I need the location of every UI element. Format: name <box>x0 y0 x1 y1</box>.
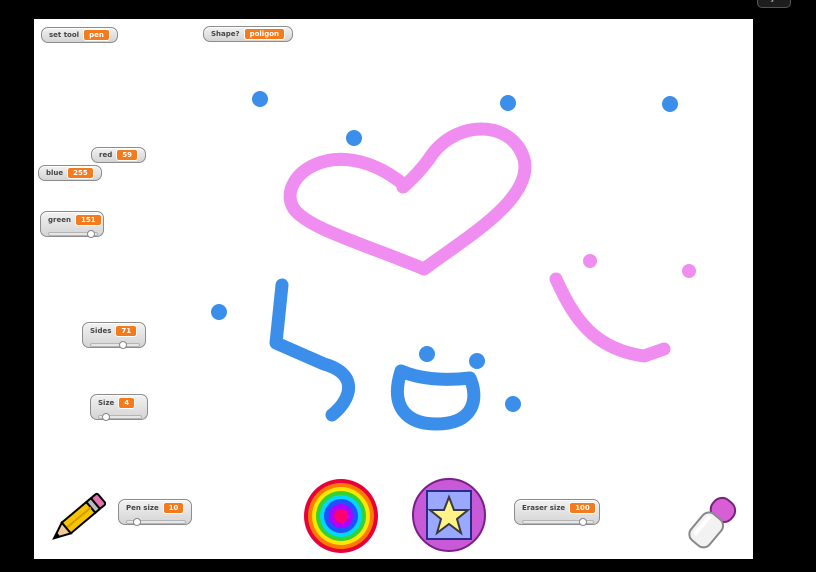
sides-slider[interactable] <box>90 341 140 349</box>
sides-monitor-label: Sides <box>90 327 112 335</box>
sides-monitor-value: 71 <box>115 325 138 337</box>
blue-monitor-label: blue <box>46 169 64 177</box>
eraser-size-monitor: Eraser size 100 <box>514 499 600 526</box>
green-monitor: green 151 <box>40 211 104 238</box>
size-slider[interactable] <box>98 413 142 421</box>
size-monitor-value: 4 <box>118 397 136 409</box>
eraser-size-slider-knob[interactable] <box>579 518 587 526</box>
green-monitor-label: green <box>48 216 71 224</box>
blue-cup-stroke <box>390 364 481 431</box>
shape-monitor-label: Shape? <box>211 30 240 38</box>
pink-dots <box>583 254 696 278</box>
size-monitor-label: Size <box>98 399 115 407</box>
tool-monitor-value: pen <box>83 29 110 41</box>
pen-size-slider-knob[interactable] <box>133 518 141 526</box>
pen-size-monitor: Pen size 10 <box>118 499 192 526</box>
green-monitor-value: 151 <box>74 214 102 226</box>
drawing-canvas[interactable] <box>34 19 753 559</box>
red-monitor-label: red <box>99 151 113 159</box>
sides-slider-knob[interactable] <box>119 341 127 349</box>
shape-monitor: Shape? poligon <box>203 26 293 42</box>
pink-heart-stroke <box>283 122 532 276</box>
tool-monitor-label: set tool <box>49 31 80 39</box>
blue-monitor-value: 255 <box>67 167 94 179</box>
exit-fullscreen-icon: ⤡ <box>767 0 773 4</box>
sides-monitor: Sides 71 <box>82 322 146 349</box>
pen-size-monitor-label: Pen size <box>126 504 159 512</box>
stage[interactable]: set tool pen Shape? poligon red 59 blue … <box>34 19 753 559</box>
shape-monitor-value: poligon <box>243 28 285 40</box>
star-stamp-icon[interactable] <box>411 477 487 553</box>
eraser-size-monitor-value: 100 <box>569 502 596 514</box>
exit-fullscreen-button[interactable]: ⤡ <box>757 0 791 8</box>
eraser-size-monitor-label: Eraser size <box>522 504 566 512</box>
green-slider[interactable] <box>48 230 98 238</box>
pink-smile-stroke <box>549 272 671 363</box>
pen-size-slider[interactable] <box>126 518 186 526</box>
red-monitor: red 59 <box>91 147 146 163</box>
eraser-icon[interactable] <box>682 493 742 553</box>
blue-squiggle-stroke <box>269 278 356 422</box>
green-slider-knob[interactable] <box>87 230 95 238</box>
eraser-size-slider[interactable] <box>522 518 594 526</box>
tool-monitor: set tool pen <box>41 27 118 43</box>
size-monitor: Size 4 <box>90 394 148 421</box>
pencil-icon[interactable] <box>48 489 106 549</box>
color-wheel-icon[interactable] <box>303 478 379 554</box>
blue-monitor: blue 255 <box>38 165 102 181</box>
red-monitor-value: 59 <box>116 149 138 161</box>
pen-size-monitor-value: 10 <box>162 502 185 514</box>
size-slider-knob[interactable] <box>102 413 110 421</box>
